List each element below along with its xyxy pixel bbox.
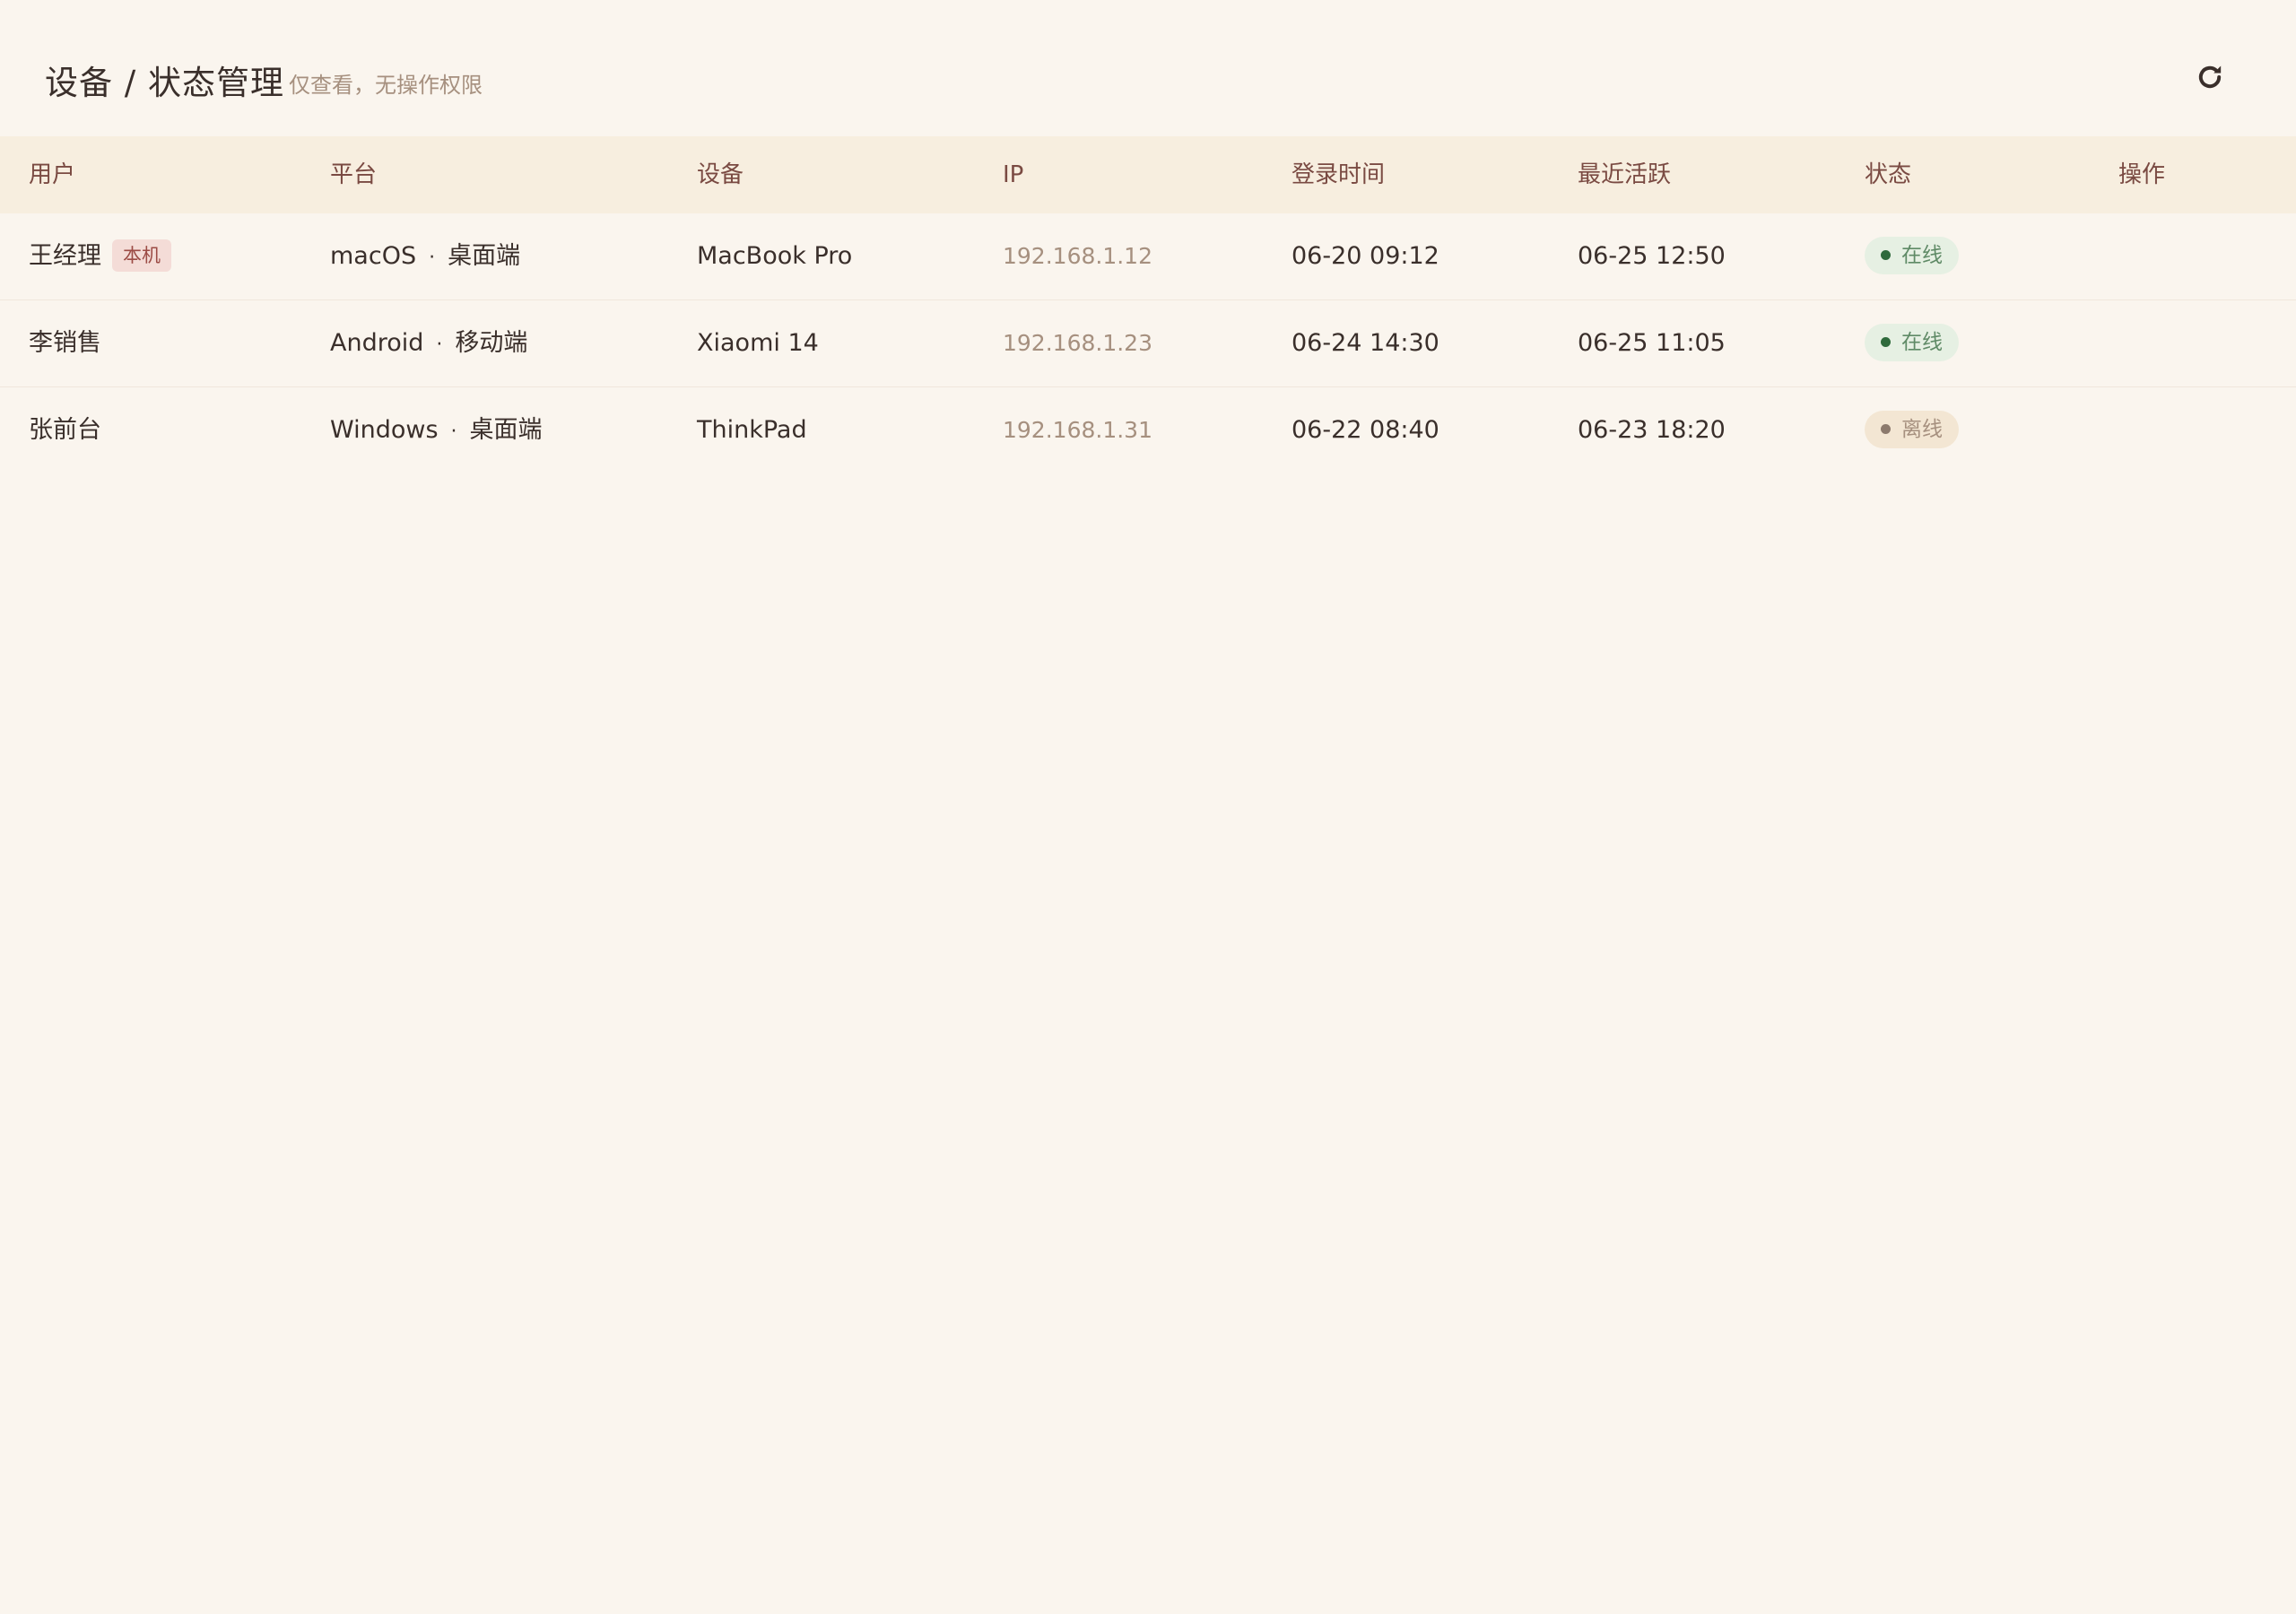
column-header-last-active: 最近活跃 (1578, 161, 1672, 188)
user-name: 张前台 (29, 416, 101, 444)
user-name: 王经理 (29, 242, 101, 270)
status-badge: 在线 (1865, 236, 1959, 274)
platform-os: Windows (330, 416, 439, 444)
table-row: 王经理 本机 macOS · 桌面端 MacBook Pro 192.168.1.12… (0, 213, 2296, 300)
permission-note: 仅查看，无操作权限 (289, 73, 483, 98)
table-row: 张前台 Windows · 桌面端 ThinkPad 192.168.1.31 06… (0, 387, 2296, 473)
column-header-login-time: 登录时间 (1292, 161, 1386, 188)
column-header-ip: IP (1003, 161, 1024, 188)
cell-ip: 192.168.1.12 (1003, 243, 1152, 269)
cell-user: 李销售 (29, 300, 101, 386)
cell-status: 离线 (1865, 387, 1959, 473)
cell-user: 张前台 (29, 387, 101, 473)
status-dot-icon (1881, 424, 1891, 434)
status-badge: 在线 (1865, 323, 1959, 361)
cell-last-active: 06-25 12:50 (1578, 242, 1726, 270)
column-header-device: 设备 (697, 161, 744, 188)
cell-device: ThinkPad (697, 416, 807, 444)
cell-status: 在线 (1865, 300, 1959, 386)
platform-os: Android (330, 329, 424, 357)
platform-separator: · (429, 247, 436, 269)
cell-device: Xiaomi 14 (697, 329, 819, 357)
platform-os: macOS (330, 242, 417, 270)
status-label: 在线 (1901, 243, 1943, 267)
this-device-badge: 本机 (112, 239, 171, 272)
cell-last-active: 06-25 11:05 (1578, 329, 1726, 357)
platform-client: 桌面端 (469, 416, 543, 444)
user-name: 李销售 (29, 329, 101, 357)
cell-login-time: 06-22 08:40 (1292, 416, 1439, 444)
page-header: 设备 / 状态管理 仅查看，无操作权限 (0, 0, 2296, 136)
cell-device: MacBook Pro (697, 242, 853, 270)
status-badge: 离线 (1865, 410, 1959, 448)
column-header-user: 用户 (29, 161, 76, 188)
status-label: 离线 (1901, 417, 1943, 441)
cell-platform: macOS · 桌面端 (330, 213, 520, 299)
device-table: 用户 平台 设备 IP 登录时间 最近活跃 状态 操作 王经理 本机 macOS ·… (0, 136, 2296, 473)
cell-login-time: 06-20 09:12 (1292, 242, 1439, 270)
status-dot-icon (1881, 337, 1891, 347)
page-title: 设备 / 状态管理 (45, 64, 284, 102)
refresh-button[interactable] (2192, 59, 2228, 95)
cell-last-active: 06-23 18:20 (1578, 416, 1726, 444)
column-header-status: 状态 (1865, 161, 1912, 188)
cell-ip: 192.168.1.31 (1003, 417, 1152, 443)
cell-platform: Android · 移动端 (330, 300, 527, 386)
platform-client: 移动端 (455, 329, 528, 357)
cell-user: 王经理 本机 (29, 213, 171, 299)
table-header: 用户 平台 设备 IP 登录时间 最近活跃 状态 操作 (0, 136, 2296, 213)
status-dot-icon (1881, 250, 1891, 260)
column-header-platform: 平台 (330, 161, 378, 188)
cell-status: 在线 (1865, 213, 1959, 299)
platform-client: 桌面端 (448, 242, 521, 270)
status-label: 在线 (1901, 330, 1943, 354)
cell-login-time: 06-24 14:30 (1292, 329, 1439, 357)
platform-separator: · (436, 334, 443, 356)
cell-ip: 192.168.1.23 (1003, 330, 1152, 356)
column-header-action: 操作 (2118, 161, 2166, 188)
device-status-page: 设备 / 状态管理 仅查看，无操作权限 用户 平台 设备 IP 登录时间 最近活… (0, 0, 2296, 1614)
refresh-icon (2198, 65, 2222, 89)
table-row: 李销售 Android · 移动端 Xiaomi 14 192.168.1.23 0… (0, 300, 2296, 387)
platform-separator: · (450, 421, 457, 443)
cell-platform: Windows · 桌面端 (330, 387, 543, 473)
